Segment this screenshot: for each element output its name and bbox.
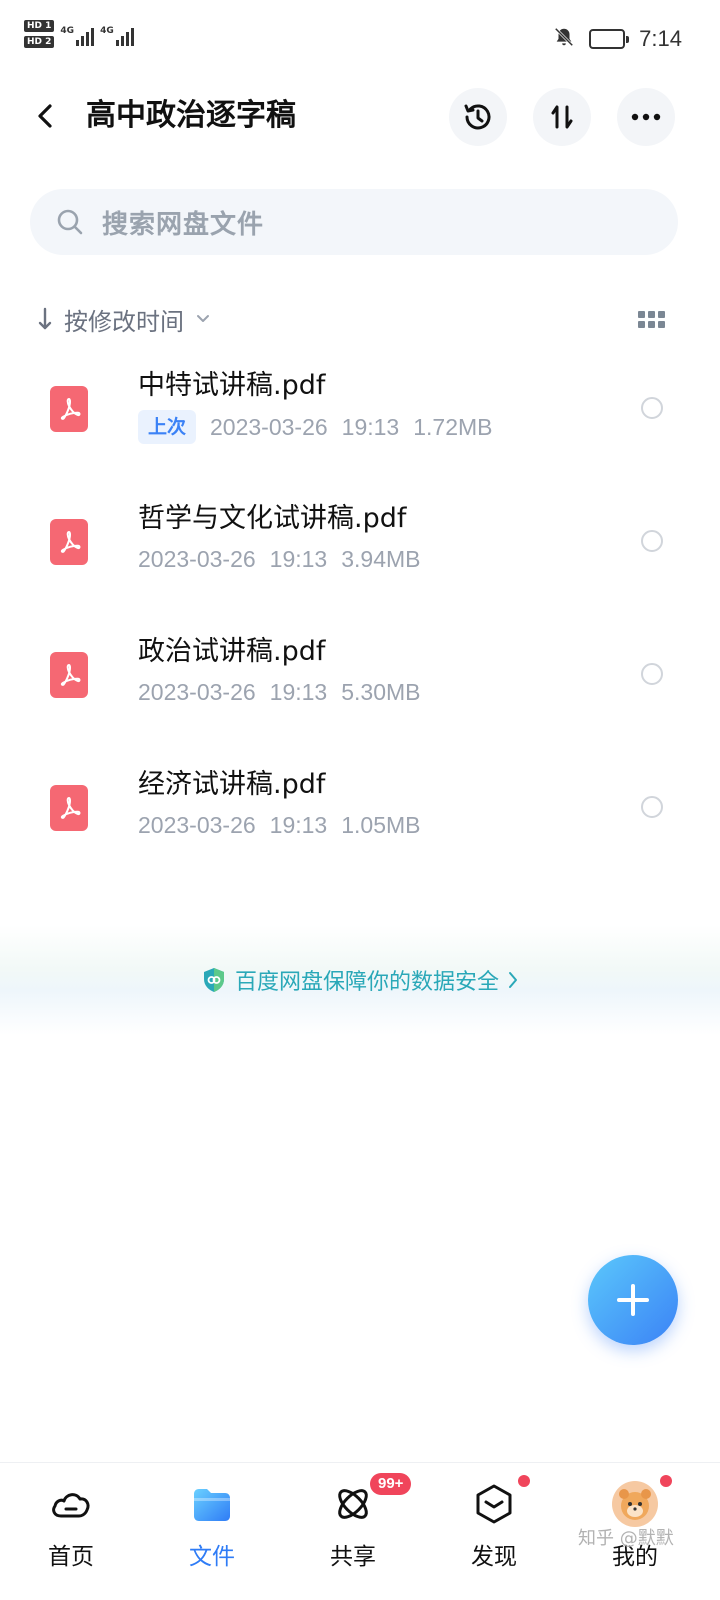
file-date: 2023-03-26 <box>138 679 256 705</box>
search-placeholder: 搜索网盘文件 <box>102 209 265 240</box>
back-button[interactable] <box>28 98 64 134</box>
file-name: 哲学与文化试讲稿.pdf <box>138 503 407 534</box>
chevron-left-icon <box>38 104 52 128</box>
status-bar-right: 7:14 <box>553 26 682 52</box>
file-row[interactable]: 中特试讲稿.pdf 上次 2023-03-26 19:13 1.72MB <box>0 362 720 492</box>
signal-1: 4G <box>60 26 95 46</box>
history-button[interactable] <box>449 88 507 146</box>
discover-cube-icon <box>471 1481 517 1527</box>
share-orbit-icon <box>330 1481 376 1527</box>
share-count-badge: 99+ <box>370 1473 412 1495</box>
page-title: 高中政治逐字稿 <box>86 98 296 133</box>
clock-history-icon <box>464 104 491 130</box>
status-bar: HD 1 HD 2 4G 4G 7:14 <box>0 0 720 80</box>
file-date: 2023-03-26 <box>138 812 256 838</box>
file-meta: 上次 2023-03-26 19:13 1.72MB <box>138 410 493 444</box>
arrow-down-icon <box>38 307 52 330</box>
clock: 7:14 <box>639 26 682 51</box>
network-type-1: 4G <box>60 26 75 36</box>
file-name: 政治试讲稿.pdf <box>138 636 326 667</box>
nav-discover[interactable]: 发现 <box>434 1463 554 1600</box>
nav-label: 发现 <box>471 1544 517 1570</box>
file-time: 19:13 <box>341 414 400 440</box>
me-notification-dot <box>660 1475 672 1487</box>
select-radio[interactable] <box>641 397 663 419</box>
avatar <box>612 1481 658 1527</box>
file-time: 19:13 <box>269 546 328 572</box>
network-type-2: 4G <box>100 26 114 36</box>
folder-icon <box>189 1481 235 1527</box>
signal-2: 4G <box>100 26 134 46</box>
shield-icon <box>203 968 224 992</box>
file-row[interactable]: 政治试讲稿.pdf 2023-03-26 19:13 5.30MB <box>0 628 720 758</box>
search-icon <box>57 209 83 235</box>
select-radio[interactable] <box>641 530 663 552</box>
watermark: 知乎 @默默 <box>578 1528 674 1549</box>
more-dots-icon <box>631 113 661 121</box>
pdf-file-icon <box>50 652 88 698</box>
file-time: 19:13 <box>269 812 328 838</box>
nav-files[interactable]: 文件 <box>152 1463 272 1600</box>
file-row[interactable]: 哲学与文化试讲稿.pdf 2023-03-26 19:13 3.94MB <box>0 495 720 625</box>
banner-text: 百度网盘保障你的数据安全 <box>234 970 499 995</box>
plus-icon <box>617 1284 649 1316</box>
sim1-indicator: HD 1 <box>24 20 55 32</box>
file-size: 1.72MB <box>413 414 493 440</box>
add-button[interactable] <box>588 1255 678 1345</box>
file-meta: 2023-03-26 19:13 5.30MB <box>138 676 420 708</box>
signal-bars-icon <box>115 26 134 46</box>
data-safety-banner[interactable]: 百度网盘保障你的数据安全 <box>0 925 720 1035</box>
nav-home[interactable]: 首页 <box>11 1463 131 1600</box>
grid-view-icon[interactable] <box>638 311 666 329</box>
sim2-indicator: HD 2 <box>24 36 55 48</box>
chevron-down-icon <box>197 315 209 322</box>
chevron-right-icon <box>509 972 517 988</box>
select-radio[interactable] <box>641 663 663 685</box>
sort-arrows-icon <box>551 105 573 129</box>
file-size: 5.30MB <box>341 679 421 705</box>
battery-icon <box>589 29 630 49</box>
nav-label: 首页 <box>48 1544 94 1570</box>
file-date: 2023-03-26 <box>210 414 328 440</box>
file-time: 19:13 <box>269 679 328 705</box>
file-name: 经济试讲稿.pdf <box>138 769 326 800</box>
nav-label: 共享 <box>330 1544 376 1570</box>
file-date: 2023-03-26 <box>138 546 256 572</box>
pdf-file-icon <box>50 386 88 432</box>
file-name: 中特试讲稿.pdf <box>138 370 326 401</box>
status-bar-left: HD 1 HD 2 4G 4G <box>24 20 134 48</box>
file-row[interactable]: 经济试讲稿.pdf 2023-03-26 19:13 1.05MB <box>0 761 720 891</box>
file-meta: 2023-03-26 19:13 1.05MB <box>138 809 420 841</box>
file-size: 1.05MB <box>341 812 421 838</box>
signal-bars-icon <box>76 26 95 46</box>
file-meta: 2023-03-26 19:13 3.94MB <box>138 543 420 575</box>
discover-notification-dot <box>518 1475 530 1487</box>
nav-label: 文件 <box>189 1544 235 1570</box>
sort-button[interactable] <box>533 88 591 146</box>
app-header: 高中政治逐字稿 <box>0 84 720 148</box>
sort-dropdown[interactable]: 按修改时间 <box>36 300 212 338</box>
pdf-file-icon <box>50 519 88 565</box>
more-button[interactable] <box>617 88 675 146</box>
mute-bell-icon <box>553 26 575 52</box>
cloud-home-icon <box>48 1481 94 1527</box>
search-input[interactable]: 搜索网盘文件 <box>30 189 678 255</box>
file-size: 3.94MB <box>341 546 421 572</box>
pdf-file-icon <box>50 785 88 831</box>
sort-label: 按修改时间 <box>64 307 184 336</box>
last-opened-badge: 上次 <box>138 410 197 444</box>
sim-indicators: HD 1 HD 2 <box>24 20 55 48</box>
select-radio[interactable] <box>641 796 663 818</box>
